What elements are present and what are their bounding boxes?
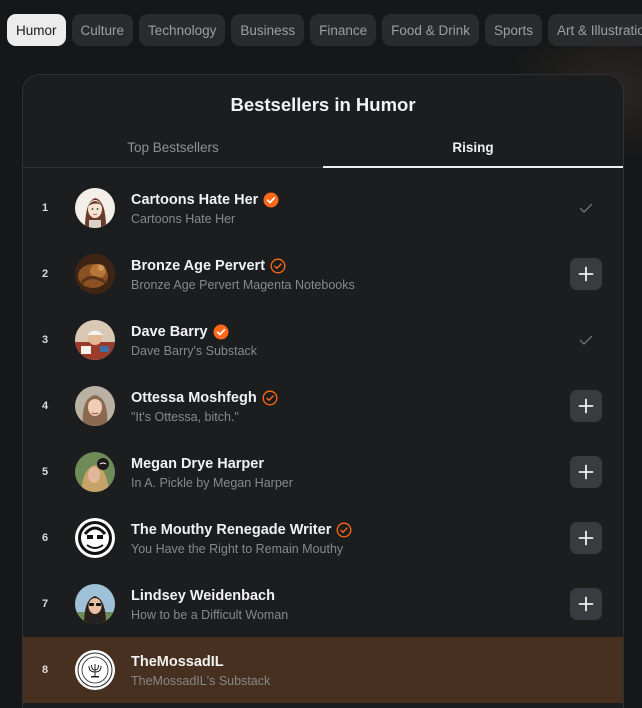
publication-subtitle: You Have the Right to Remain Mouthy [131,542,344,556]
subscribe-button[interactable] [570,390,602,422]
rank-number: 4 [42,400,49,412]
publication-name[interactable]: Megan Drye Harper [131,456,264,472]
publication-subtitle: Cartoons Hate Her [131,212,236,226]
plus-icon [578,530,594,546]
list-item[interactable]: 1 Cartoons Hate Her Cartoons Hate Her [23,175,623,241]
subscribe-button[interactable] [570,522,602,554]
list-item[interactable]: 7 Lindsey Weidenbach How to be a Difficu… [23,571,623,637]
tab-top-bestsellers[interactable]: Top Bestsellers [23,137,323,167]
plus-icon [578,266,594,282]
plus-icon [578,464,594,480]
avatar-megan [75,452,115,492]
publication-info: Bronze Age Pervert Bronze Age Pervert Ma… [131,256,570,292]
rank-number: 1 [42,202,49,214]
category-tab-humor[interactable]: Humor [7,14,66,46]
bestseller-list: 1 Cartoons Hate Her Cartoons Hate Her 2 … [23,175,623,703]
avatar-mouthy [75,518,115,558]
publication-info: Megan Drye Harper In A. Pickle by Megan … [131,454,570,490]
rank-number: 5 [42,466,49,478]
ranking-tabs: Top Bestsellers Rising [23,137,623,168]
category-tabs: Humor Culture Technology Business Financ… [7,14,642,46]
publication-name[interactable]: Ottessa Moshfegh [131,390,257,406]
publication-subtitle: "It's Ottessa, bitch." [131,410,239,424]
subscribed-check-icon [579,203,593,213]
verified-badge-outline-icon [270,258,286,274]
verified-badge-outline-icon [262,390,278,406]
category-tab-business[interactable]: Business [231,14,305,46]
plus-icon [578,398,594,414]
publication-info: Dave Barry Dave Barry's Substack [131,322,570,358]
verified-badge-icon [213,324,229,340]
publication-info: Lindsey Weidenbach How to be a Difficult… [131,586,570,622]
publication-name[interactable]: TheMossadIL [131,654,224,670]
avatar-bronze [75,254,115,294]
publication-name[interactable]: Dave Barry [131,324,208,340]
publication-name[interactable]: The Mouthy Renegade Writer [131,522,331,538]
publication-subtitle: In A. Pickle by Megan Harper [131,476,293,490]
avatar-mossad [75,650,115,690]
category-tab-technology[interactable]: Technology [139,14,226,46]
list-item[interactable]: 6 The Mouthy Renegade Writer You Have th… [23,505,623,571]
tab-rising[interactable]: Rising [323,137,623,168]
publication-info: The Mouthy Renegade Writer You Have the … [131,520,570,556]
subscribed-indicator [570,192,602,224]
subscribe-button[interactable] [570,456,602,488]
bestsellers-page: Humor Culture Technology Business Financ… [0,0,642,708]
list-item[interactable]: 5 Megan Drye Harper In A. Pickle by Mega… [23,439,623,505]
category-tab-culture[interactable]: Culture [71,14,134,46]
list-item[interactable]: 8 TheMossadIL TheMossadIL's Substack [23,637,623,703]
category-tab-art-illustration[interactable]: Art & Illustration [547,14,642,46]
subscribe-button[interactable] [570,258,602,290]
verified-badge-outline-icon [336,522,352,538]
subscribed-check-icon [579,335,593,345]
bestsellers-card: Bestsellers in Humor Top Bestsellers Ris… [22,74,624,708]
list-item[interactable]: 3 Dave Barry Dave Barry's Substack [23,307,623,373]
plus-icon [578,596,594,612]
card-title: Bestsellers in Humor [230,94,416,115]
list-item[interactable]: 2 Bronze Age Pervert Bronze Age Pervert … [23,241,623,307]
category-tab-sports[interactable]: Sports [484,14,542,46]
rank-number: 2 [42,268,49,280]
publication-name[interactable]: Cartoons Hate Her [131,192,258,208]
publication-subtitle: Bronze Age Pervert Magenta Notebooks [131,278,355,292]
publication-subtitle: Dave Barry's Substack [131,344,258,358]
subscribe-button[interactable] [570,588,602,620]
category-tab-food-drink[interactable]: Food & Drink [382,14,479,46]
publication-info: TheMossadIL TheMossadIL's Substack [131,652,570,688]
rank-number: 7 [42,598,49,610]
avatar-dave [75,320,115,360]
category-tab-finance[interactable]: Finance [310,14,377,46]
publication-name[interactable]: Bronze Age Pervert [131,258,265,274]
publication-info: Cartoons Hate Her Cartoons Hate Her [131,190,570,226]
subscribed-indicator [570,324,602,356]
rank-number: 8 [42,664,49,676]
avatar-ottessa [75,386,115,426]
list-item[interactable]: 4 Ottessa Moshfegh "It's Ottessa, bitch.… [23,373,623,439]
avatar-lindsey [75,584,115,624]
avatar-cartoon [75,188,115,228]
publication-name[interactable]: Lindsey Weidenbach [131,588,275,604]
rank-number: 3 [42,334,49,346]
publication-info: Ottessa Moshfegh "It's Ottessa, bitch." [131,388,570,424]
verified-badge-icon [263,192,279,208]
rank-number: 6 [42,532,49,544]
publication-subtitle: TheMossadIL's Substack [131,674,271,688]
publication-subtitle: How to be a Difficult Woman [131,608,289,622]
